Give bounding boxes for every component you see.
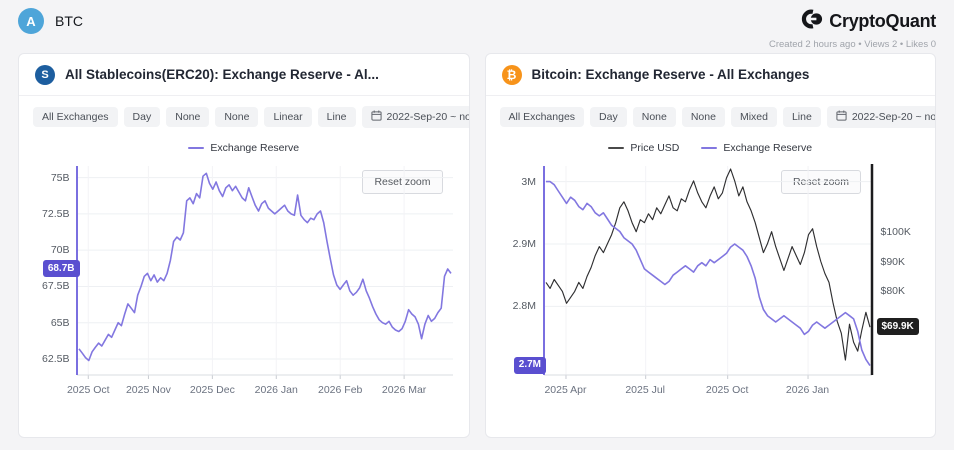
exchange-filter-button[interactable]: All Exchanges — [33, 107, 118, 127]
indicator-button[interactable]: None — [166, 107, 209, 127]
bitcoin-chart-card: ₿ Bitcoin: Exchange Reserve - All Exchan… — [485, 53, 937, 438]
y-axis-tick-left: 3M — [521, 175, 536, 189]
legend-item-exchange-reserve[interactable]: Exchange Reserve — [188, 142, 299, 154]
x-axis-tick: 2026 Mar — [382, 383, 426, 397]
calendar-icon — [371, 110, 382, 124]
calendar-icon — [836, 110, 847, 124]
date-range-label: 2022-Sep-20 ~ now — [387, 111, 470, 123]
chart-toolbar: All Exchanges Day None None Mixed Line 2… — [486, 96, 936, 134]
x-axis-tick: 2026 Jan — [255, 383, 298, 397]
y-axis-tick-left: 65B — [51, 316, 70, 330]
scale-button[interactable]: Mixed — [731, 107, 777, 127]
bitcoin-chart[interactable]: Reset zoom 3M2.9M2.8M$100K$90K$80K2.7M$6… — [486, 160, 936, 405]
interval-button[interactable]: Day — [590, 107, 627, 127]
series-line-exchange-reserve — [79, 173, 451, 360]
x-axis-tick: 2026 Feb — [318, 383, 362, 397]
y-axis-tick-left: 2.8M — [513, 299, 536, 313]
series-line-price-usd — [546, 169, 870, 360]
x-axis-tick: 2025 Apr — [544, 383, 586, 397]
chart-canvas — [486, 160, 936, 405]
card-header: ₿ Bitcoin: Exchange Reserve - All Exchan… — [486, 54, 936, 96]
chart-title: Bitcoin: Exchange Reserve - All Exchange… — [532, 67, 810, 82]
board-info: A BTC — [18, 8, 83, 34]
y-axis-tick-left: 75B — [51, 171, 70, 185]
brand-block: CryptoQuant Created 2 hours ago • Views … — [769, 8, 936, 50]
date-range-button[interactable]: 2022-Sep-20 ~ now — [827, 106, 936, 128]
card-header: S All Stablecoins(ERC20): Exchange Reser… — [19, 54, 469, 96]
date-range-button[interactable]: 2022-Sep-20 ~ now — [362, 106, 470, 128]
chart-toolbar: All Exchanges Day None None Linear Line … — [19, 96, 469, 134]
y-axis-tick-left: 62.5B — [42, 352, 69, 366]
x-axis-tick: 2026 Jan — [786, 383, 829, 397]
brand[interactable]: CryptoQuant — [801, 8, 936, 35]
board-title: BTC — [55, 13, 83, 29]
brand-name: CryptoQuant — [829, 11, 936, 32]
legend-label: Price USD — [630, 142, 679, 154]
chart-legend: Exchange Reserve — [19, 134, 469, 160]
top-bar: A BTC CryptoQuant Created 2 hours ago • … — [0, 0, 954, 53]
x-axis-tick: 2025 Oct — [706, 383, 749, 397]
x-axis-tick: 2025 Dec — [190, 383, 235, 397]
x-axis-tick: 2025 Jul — [625, 383, 665, 397]
y-axis-tick-left: 2.9M — [513, 237, 536, 251]
legend-swatch — [608, 147, 624, 150]
last-value-badge-left: 68.7B — [43, 260, 80, 277]
last-value-badge-left: 2.7M — [514, 357, 546, 374]
stablecoin-chart[interactable]: Reset zoom 75B72.5B70B67.5B65B62.5B68.7B… — [19, 160, 469, 405]
x-axis-tick: 2025 Nov — [126, 383, 171, 397]
board-meta: Created 2 hours ago • Views 2 • Likes 0 — [769, 39, 936, 50]
legend-item-exchange-reserve[interactable]: Exchange Reserve — [701, 142, 812, 154]
indicator-button-2[interactable]: None — [682, 107, 725, 127]
legend-swatch — [701, 147, 717, 150]
legend-label: Exchange Reserve — [210, 142, 299, 154]
chart-canvas — [19, 160, 469, 405]
indicator-button-2[interactable]: None — [215, 107, 258, 127]
last-value-badge-right: $69.9K — [877, 318, 919, 335]
y-axis-tick-left: 72.5B — [42, 207, 69, 221]
user-avatar[interactable]: A — [18, 8, 44, 34]
y-axis-tick-left: 70B — [51, 243, 70, 257]
exchange-filter-button[interactable]: All Exchanges — [500, 107, 585, 127]
y-axis-tick-right: $100K — [881, 225, 911, 239]
y-axis-tick-right: $90K — [881, 255, 906, 269]
y-axis-tick-right: $80K — [881, 284, 906, 298]
chart-title: All Stablecoins(ERC20): Exchange Reserve… — [65, 67, 379, 82]
chart-style-button[interactable]: Line — [318, 107, 356, 127]
date-range-label: 2022-Sep-20 ~ now — [852, 111, 936, 123]
series-line-exchange-reserve — [546, 182, 870, 366]
indicator-button[interactable]: None — [633, 107, 676, 127]
scale-button[interactable]: Linear — [264, 107, 311, 127]
legend-item-price-usd[interactable]: Price USD — [608, 142, 679, 154]
cryptoquant-logo-icon — [801, 8, 823, 35]
stablecoin-chart-card: S All Stablecoins(ERC20): Exchange Reser… — [18, 53, 470, 438]
x-axis-tick: 2025 Oct — [67, 383, 110, 397]
interval-button[interactable]: Day — [124, 107, 161, 127]
stablecoin-icon: S — [35, 65, 55, 85]
legend-label: Exchange Reserve — [723, 142, 812, 154]
y-axis-tick-left: 67.5B — [42, 279, 69, 293]
chart-style-button[interactable]: Line — [783, 107, 821, 127]
chart-legend: Price USD Exchange Reserve — [486, 134, 936, 160]
charts-row: S All Stablecoins(ERC20): Exchange Reser… — [0, 53, 954, 438]
bitcoin-icon: ₿ — [502, 65, 522, 85]
dashboard-page: A BTC CryptoQuant Created 2 hours ago • … — [0, 0, 954, 450]
legend-swatch — [188, 147, 204, 150]
